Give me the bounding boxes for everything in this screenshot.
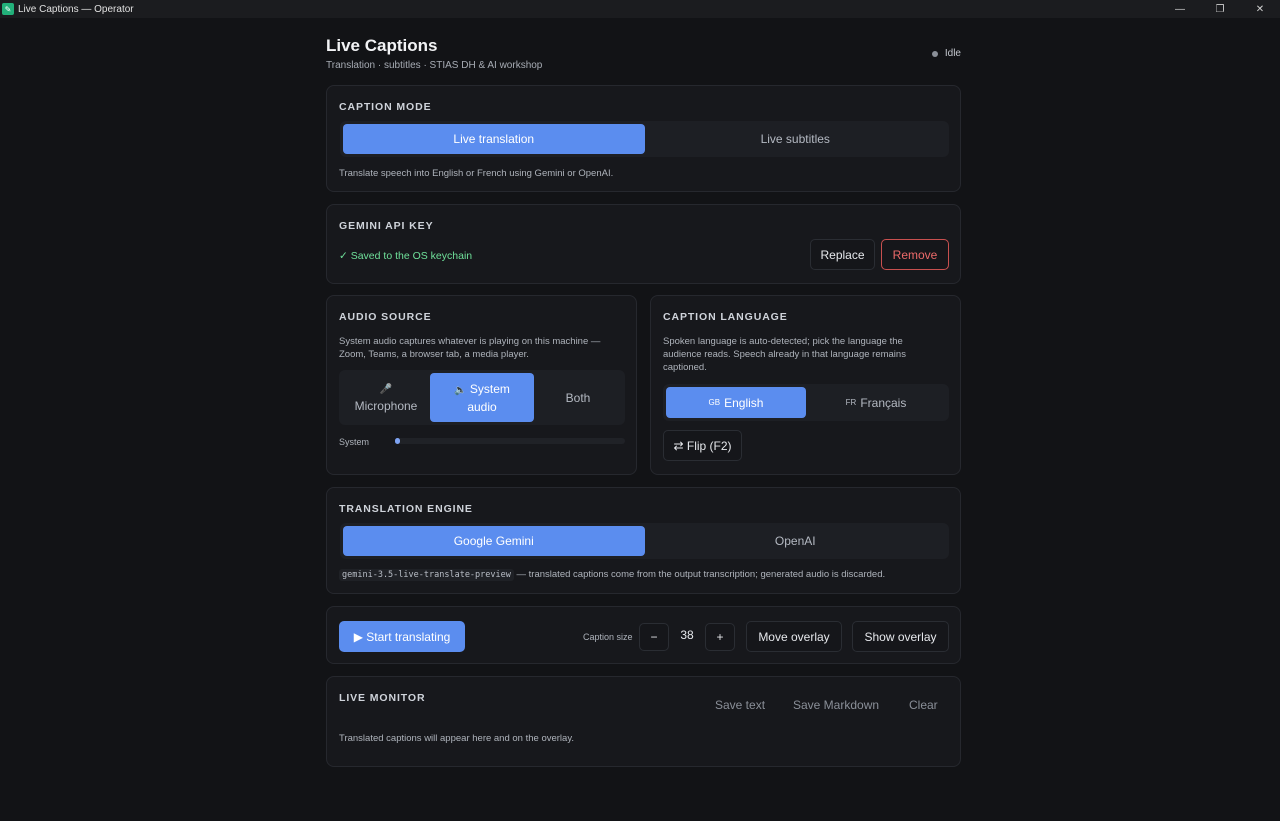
- replace-key-button[interactable]: Replace: [810, 239, 875, 270]
- fr-flag-icon: FR: [845, 398, 857, 407]
- live-monitor-heading: LIVE MONITOR: [339, 692, 426, 704]
- app-icon: ✎: [2, 3, 14, 15]
- source-microphone-label: Microphone: [354, 398, 418, 413]
- engine-toggle: Google Gemini OpenAI: [340, 523, 949, 559]
- close-icon[interactable]: ✕: [1240, 0, 1280, 18]
- clear-button[interactable]: Clear: [909, 698, 938, 712]
- model-name: gemini-3.5-live-translate-preview: [339, 569, 514, 581]
- minimize-icon[interactable]: —: [1160, 0, 1200, 18]
- language-french[interactable]: FR Français: [806, 387, 946, 418]
- caption-language-description: Spoken language is auto-detected; pick t…: [663, 336, 906, 373]
- mode-live-subtitles[interactable]: Live subtitles: [645, 124, 947, 154]
- controls-card: ▶ Start translating Caption size − 38 + …: [326, 606, 961, 664]
- caption-mode-heading: CAPTION MODE: [339, 101, 432, 113]
- caption-language-toggle: GB English FR Français: [663, 384, 949, 421]
- save-text-button[interactable]: Save text: [715, 698, 765, 712]
- move-overlay-button[interactable]: Move overlay: [746, 621, 842, 652]
- restore-icon[interactable]: ❐: [1200, 0, 1240, 18]
- source-both[interactable]: Both: [534, 373, 622, 422]
- caption-size-decrease-button[interactable]: −: [639, 623, 669, 651]
- page-subtitle: Translation · subtitles · STIAS DH & AI …: [326, 60, 543, 71]
- remove-key-button[interactable]: Remove: [881, 239, 949, 270]
- audio-level-meter: [395, 438, 625, 444]
- language-french-label: Français: [860, 395, 907, 410]
- caption-language-heading: CAPTION LANGUAGE: [663, 311, 788, 323]
- audio-level-fill: [395, 438, 400, 444]
- translation-engine-card: TRANSLATION ENGINE Google Gemini OpenAI …: [326, 487, 961, 594]
- flip-language-button[interactable]: ⇄ Flip (F2): [663, 430, 742, 461]
- status-indicator: Idle: [931, 48, 961, 59]
- caption-size-increase-button[interactable]: +: [705, 623, 735, 651]
- source-system-audio-label: 🔈 System audio: [438, 381, 526, 415]
- window-title: Live Captions — Operator: [18, 3, 134, 15]
- caption-size-value: 38: [680, 628, 694, 642]
- api-key-card: GEMINI API KEY ✓ Saved to the OS keychai…: [326, 204, 961, 284]
- caption-mode-card: CAPTION MODE Live translation Live subti…: [326, 85, 961, 192]
- show-overlay-button[interactable]: Show overlay: [852, 621, 949, 652]
- live-monitor-card: LIVE MONITOR Save text Save Markdown Cle…: [326, 676, 961, 767]
- save-markdown-button[interactable]: Save Markdown: [793, 698, 879, 712]
- translation-engine-heading: TRANSLATION ENGINE: [339, 503, 473, 515]
- engine-note-text: — translated captions come from the outp…: [513, 569, 886, 580]
- microphone-icon: 🎤: [379, 383, 393, 395]
- source-system-audio-text: System audio: [467, 381, 510, 414]
- speaker-icon: 🔈: [454, 384, 467, 396]
- title-bar: ✎ Live Captions — Operator: [0, 0, 1280, 18]
- api-key-status: ✓ Saved to the OS keychain: [339, 250, 473, 262]
- audio-source-card: AUDIO SOURCE System audio captures whate…: [326, 295, 637, 475]
- status-dot-icon: [931, 50, 938, 57]
- engine-openai[interactable]: OpenAI: [645, 526, 947, 556]
- status-text: Idle: [944, 48, 961, 59]
- audio-source-description: System audio captures whatever is playin…: [339, 336, 601, 360]
- meter-label: System: [339, 437, 370, 447]
- start-translating-button[interactable]: ▶ Start translating: [339, 621, 465, 652]
- engine-note: gemini-3.5-live-translate-preview — tran…: [339, 568, 885, 582]
- header: Live Captions Translation · subtitles · …: [326, 18, 961, 85]
- source-system-audio[interactable]: 🔈 System audio: [430, 373, 534, 422]
- caption-language-card: CAPTION LANGUAGE Spoken language is auto…: [650, 295, 961, 475]
- language-english[interactable]: GB English: [666, 387, 806, 418]
- audio-source-toggle: 🎤 Microphone 🔈 System audio Both: [339, 370, 625, 425]
- monitor-placeholder: Translated captions will appear here and…: [339, 733, 574, 744]
- caption-size-label: Caption size: [583, 632, 633, 642]
- audio-source-heading: AUDIO SOURCE: [339, 311, 432, 323]
- mode-live-translation[interactable]: Live translation: [343, 124, 645, 154]
- engine-google-gemini[interactable]: Google Gemini: [343, 526, 645, 556]
- main-panel: Live Captions Translation · subtitles · …: [326, 18, 961, 767]
- page-title: Live Captions: [326, 36, 438, 55]
- window-controls: — ❐ ✕: [1160, 0, 1280, 18]
- caption-mode-description: Translate speech into English or French …: [339, 168, 614, 179]
- api-key-heading: GEMINI API KEY: [339, 220, 434, 232]
- gb-flag-icon: GB: [708, 398, 721, 407]
- caption-mode-toggle: Live translation Live subtitles: [340, 121, 949, 157]
- language-english-label: English: [724, 395, 764, 410]
- source-microphone[interactable]: 🎤 Microphone: [342, 373, 430, 422]
